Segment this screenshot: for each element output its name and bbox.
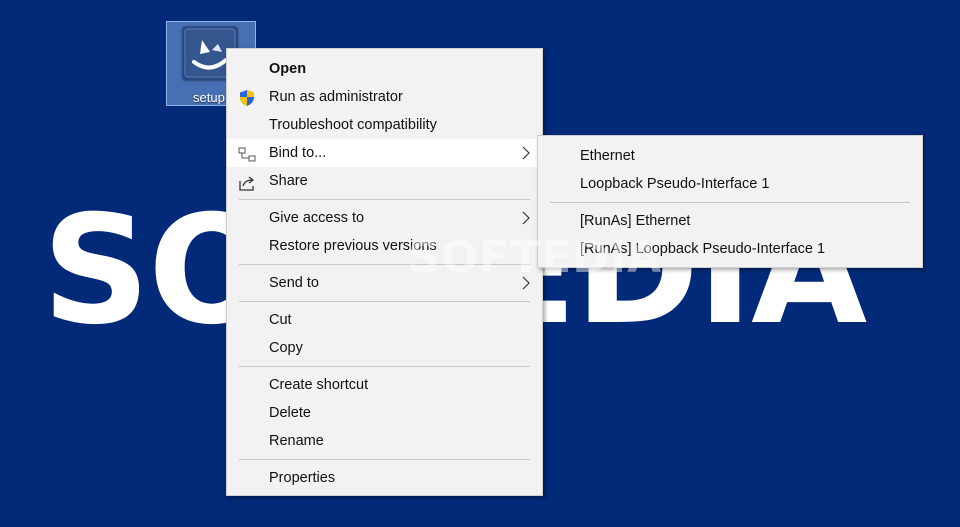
share-icon [238, 173, 256, 191]
menu-separator [239, 459, 530, 460]
submenu-item-label: Loopback Pseudo-Interface 1 [580, 176, 770, 192]
submenu-item-loopback[interactable]: Loopback Pseudo-Interface 1 [538, 170, 922, 198]
submenu-item-label: [RunAs] Loopback Pseudo-Interface 1 [580, 241, 826, 257]
menu-item-label: Open [269, 61, 307, 77]
menu-item-label: Troubleshoot compatibility [269, 117, 437, 133]
menu-item-label: Run as administrator [269, 89, 403, 105]
menu-item-troubleshoot-compatibility[interactable]: Troubleshoot compatibility [227, 111, 542, 139]
menu-item-send-to[interactable]: Send to [227, 269, 542, 297]
menu-item-label: Bind to... [269, 145, 327, 161]
menu-separator [239, 366, 530, 367]
chevron-right-icon [522, 146, 530, 160]
submenu-item-ethernet[interactable]: Ethernet [538, 142, 922, 170]
menu-item-label: Share [269, 173, 308, 189]
menu-item-cut[interactable]: Cut [227, 306, 542, 334]
menu-item-open[interactable]: Open [227, 55, 542, 83]
menu-item-label: Restore previous versions [269, 238, 437, 254]
menu-item-label: Create shortcut [269, 377, 369, 393]
menu-separator [550, 202, 910, 203]
submenu-item-label: Ethernet [580, 148, 635, 164]
menu-item-share[interactable]: Share [227, 167, 542, 195]
menu-item-rename[interactable]: Rename [227, 427, 542, 455]
menu-item-label: Send to [269, 275, 319, 291]
context-menu: Open Run as administrator Troubleshoot c… [226, 48, 543, 496]
menu-separator [239, 199, 530, 200]
menu-item-label: Copy [269, 340, 303, 356]
menu-item-bind-to[interactable]: Bind to... [227, 139, 542, 167]
submenu-item-runas-ethernet[interactable]: [RunAs] Ethernet [538, 207, 922, 235]
menu-separator [239, 264, 530, 265]
menu-item-label: Cut [269, 312, 292, 328]
menu-item-copy[interactable]: Copy [227, 334, 542, 362]
menu-item-restore-previous-versions[interactable]: Restore previous versions [227, 232, 542, 260]
menu-item-label: Give access to [269, 210, 365, 226]
submenu-item-label: [RunAs] Ethernet [580, 213, 691, 229]
desktop-icon-label: setup [193, 90, 225, 105]
chevron-right-icon [522, 211, 530, 225]
menu-item-delete[interactable]: Delete [227, 399, 542, 427]
submenu-item-runas-loopback[interactable]: [RunAs] Loopback Pseudo-Interface 1 [538, 235, 922, 263]
menu-item-label: Rename [269, 433, 324, 449]
uac-shield-icon [238, 89, 256, 106]
menu-separator [239, 301, 530, 302]
menu-item-label: Properties [269, 470, 336, 486]
menu-item-label: Delete [269, 405, 311, 421]
bind-to-submenu: Ethernet Loopback Pseudo-Interface 1 [Ru… [537, 135, 923, 268]
menu-item-create-shortcut[interactable]: Create shortcut [227, 371, 542, 399]
menu-item-give-access-to[interactable]: Give access to [227, 204, 542, 232]
network-bind-icon [238, 145, 256, 162]
menu-item-properties[interactable]: Properties [227, 464, 542, 492]
menu-item-run-as-administrator[interactable]: Run as administrator [227, 83, 542, 111]
chevron-right-icon [522, 276, 530, 290]
